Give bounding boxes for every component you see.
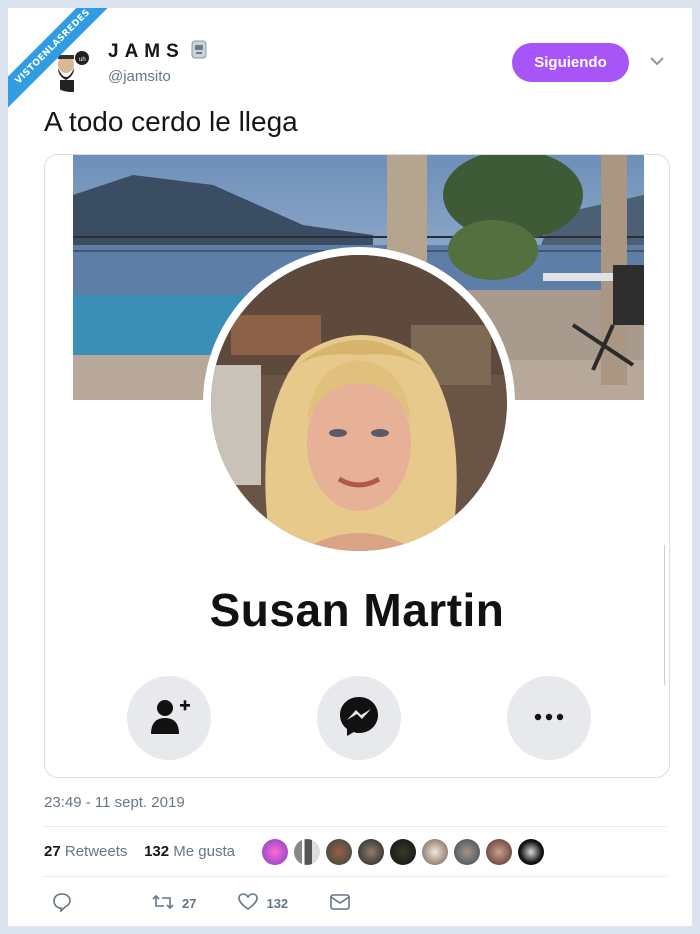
profile-name: Susan Martin — [209, 584, 505, 636]
add-friend-icon — [147, 694, 191, 743]
add-friend-button[interactable] — [127, 676, 211, 760]
liker-avatar[interactable] — [358, 839, 384, 865]
tweet-media[interactable]: Susan Martin — [44, 154, 670, 778]
tweet-card: VISTOENLASREDES uh JAMS @jamsito Siguien… — [8, 8, 692, 926]
tweet-timestamp[interactable]: 23:49 - 11 sept. 2019 — [44, 794, 185, 811]
reply-button[interactable] — [44, 892, 72, 915]
likes-count: 132 — [144, 843, 170, 860]
author-display-name[interactable]: JAMS — [108, 41, 185, 63]
robot-emoji-icon — [189, 38, 209, 66]
more-options-button[interactable] — [507, 676, 591, 760]
liker-avatar[interactable] — [326, 839, 352, 865]
retweets-label: Retweets — [64, 843, 128, 860]
mail-icon — [330, 894, 350, 913]
liker-avatar[interactable] — [262, 839, 288, 865]
heart-icon — [238, 893, 259, 914]
divider — [44, 876, 666, 877]
retweet-button[interactable]: 27 — [144, 893, 196, 914]
watermark-ribbon: VISTOENLASREDES — [8, 8, 118, 115]
liker-avatar[interactable] — [486, 839, 512, 865]
liker-avatar[interactable] — [294, 839, 320, 865]
retweets-count: 27 — [44, 843, 61, 860]
liker-avatars — [262, 839, 550, 865]
liker-avatar[interactable] — [390, 839, 416, 865]
more-icon — [533, 709, 565, 727]
likes-stat[interactable]: 132 Me gusta — [144, 843, 235, 860]
watermark-text: VISTOENLASREDES — [13, 8, 93, 87]
profile-photo[interactable] — [211, 255, 507, 551]
reply-icon — [52, 892, 72, 915]
liker-avatar[interactable] — [454, 839, 480, 865]
messenger-button[interactable] — [317, 676, 401, 760]
author-name[interactable]: JAMS — [108, 38, 209, 66]
chevron-down-icon[interactable] — [648, 54, 666, 72]
messenger-icon — [337, 694, 381, 743]
tweet-stats: 27 Retweets 132 Me gusta — [44, 843, 235, 860]
liker-avatar[interactable] — [518, 839, 544, 865]
direct-message-button[interactable] — [322, 894, 350, 913]
divider — [44, 826, 666, 827]
watermark: VISTOENLASREDES — [8, 8, 118, 118]
like-button[interactable]: 132 — [230, 893, 288, 914]
retweet-count: 27 — [182, 896, 197, 911]
retweets-stat[interactable]: 27 Retweets — [44, 843, 127, 860]
liker-avatar[interactable] — [422, 839, 448, 865]
retweet-icon — [152, 893, 174, 914]
likes-label: Me gusta — [173, 843, 235, 860]
following-button[interactable]: Siguiendo — [512, 43, 629, 82]
tweet-action-bar: 27 132 — [44, 892, 384, 915]
like-count: 132 — [266, 896, 289, 911]
